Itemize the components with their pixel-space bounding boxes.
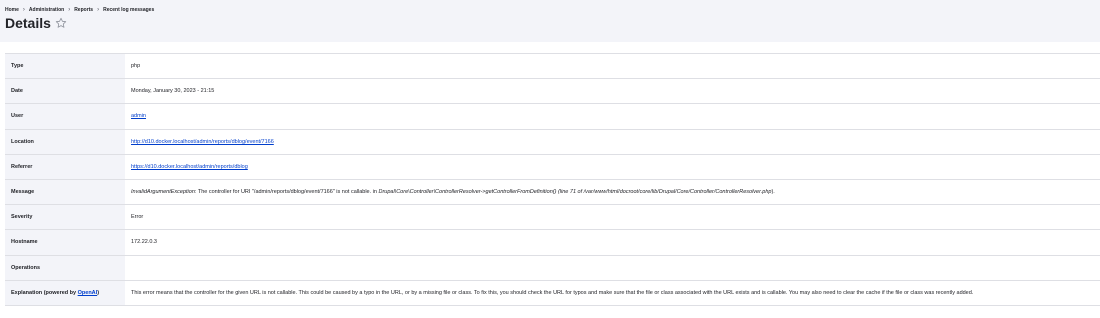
severity-label: Severity bbox=[5, 204, 125, 230]
operations-label: Operations bbox=[5, 255, 125, 281]
star-outline-icon[interactable] bbox=[55, 17, 67, 29]
explanation-label-prefix: Explanation (powered by bbox=[11, 289, 78, 296]
details-row-referrer: Referrer https://d10.docker.localhost/ad… bbox=[5, 154, 1100, 180]
explanation-label: Explanation (powered by OpenAI) bbox=[5, 280, 125, 306]
severity-value: Error bbox=[131, 214, 144, 221]
date-value: Monday, January 30, 2023 - 21:15 bbox=[131, 88, 215, 95]
referrer-cell: https://d10.docker.localhost/admin/repor… bbox=[125, 154, 1100, 179]
log-details-table: Type php Date Monday, January 30, 2023 -… bbox=[5, 53, 1100, 306]
hostname-value: 172.22.0.3 bbox=[131, 239, 157, 246]
breadcrumb-administration[interactable]: Administration bbox=[29, 7, 64, 13]
details-row-type: Type php bbox=[5, 53, 1100, 79]
operations-value bbox=[125, 255, 1100, 280]
page-title: Details bbox=[5, 15, 51, 31]
message-method: Drupal\Core\Controller\ControllerResolve… bbox=[378, 189, 557, 196]
referrer-label: Referrer bbox=[5, 154, 125, 180]
openai-link[interactable]: OpenAI bbox=[78, 290, 98, 296]
details-row-location: Location http://d10.docker.localhost/adm… bbox=[5, 129, 1100, 155]
location-link[interactable]: http://d10.docker.localhost/admin/report… bbox=[131, 139, 274, 145]
explanation-value: This error means that the controller for… bbox=[131, 289, 974, 296]
location-label: Location bbox=[5, 129, 125, 155]
message-label: Message bbox=[5, 179, 125, 205]
user-link[interactable]: admin bbox=[131, 113, 146, 119]
user-label: User bbox=[5, 103, 125, 130]
breadcrumb-separator: › bbox=[22, 7, 25, 13]
breadcrumb-recent-log-messages[interactable]: Recent log messages bbox=[103, 7, 154, 13]
breadcrumb: Home › Administration › Reports › Recent… bbox=[5, 7, 154, 13]
location-cell: http://d10.docker.localhost/admin/report… bbox=[125, 129, 1100, 154]
explanation-label-suffix: ) bbox=[97, 289, 100, 296]
details-row-user: User admin bbox=[5, 103, 1100, 130]
details-row-severity: Severity Error bbox=[5, 204, 1100, 230]
referrer-link[interactable]: https://d10.docker.localhost/admin/repor… bbox=[131, 164, 248, 170]
hostname-label: Hostname bbox=[5, 229, 125, 255]
title-row: Details bbox=[5, 14, 67, 32]
message-exception: InvalidArgumentException bbox=[131, 189, 195, 196]
details-row-date: Date Monday, January 30, 2023 - 21:15 bbox=[5, 78, 1100, 104]
message-end: ). bbox=[771, 189, 775, 196]
message-location: (line 71 of /var/www/html/docroot/core/l… bbox=[556, 189, 772, 196]
type-label: Type bbox=[5, 53, 125, 79]
date-label: Date bbox=[5, 78, 125, 104]
breadcrumb-home[interactable]: Home bbox=[5, 7, 19, 13]
type-value: php bbox=[131, 63, 141, 70]
breadcrumb-separator: › bbox=[97, 7, 100, 13]
message-value: InvalidArgumentException: The controller… bbox=[125, 179, 1100, 204]
user-cell: admin bbox=[125, 104, 1100, 129]
details-row-message: Message InvalidArgumentException: The co… bbox=[5, 179, 1100, 205]
page-header: Home › Administration › Reports › Recent… bbox=[0, 0, 1100, 42]
details-row-operations: Operations bbox=[5, 255, 1100, 281]
message-text: : The controller for URI "/admin/reports… bbox=[194, 189, 379, 196]
breadcrumb-reports[interactable]: Reports bbox=[74, 7, 93, 13]
details-row-hostname: Hostname 172.22.0.3 bbox=[5, 229, 1100, 255]
breadcrumb-separator: › bbox=[68, 7, 71, 13]
details-row-explanation: Explanation (powered by OpenAI) This err… bbox=[5, 280, 1100, 306]
